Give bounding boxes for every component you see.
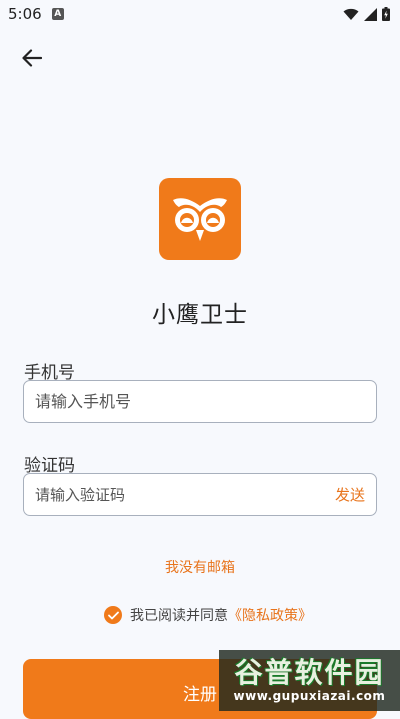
no-email-link[interactable]: 我没有邮箱 — [0, 557, 400, 577]
agreement-row: 我已阅读并同意 《隐私政策》 — [104, 605, 312, 625]
app-name: 小鹰卫士 — [152, 302, 248, 328]
check-icon — [107, 611, 119, 619]
code-input[interactable] — [35, 485, 335, 504]
send-code-button[interactable]: 发送 — [335, 484, 365, 505]
status-left: 5:06 A — [8, 5, 64, 23]
status-bar: 5:06 A — [0, 0, 400, 28]
notification-badge: A — [51, 8, 64, 20]
back-button[interactable] — [14, 42, 50, 74]
privacy-policy-link[interactable]: 《隐私政策》 — [228, 605, 312, 625]
arrow-left-icon — [22, 49, 42, 67]
app-logo — [159, 178, 241, 260]
watermark-title: 谷普软件园 — [234, 655, 385, 689]
watermark: 谷普软件园 www.gupuxiazai.com — [219, 650, 400, 711]
status-time: 5:06 — [8, 5, 42, 23]
phone-input[interactable] — [35, 392, 365, 411]
status-right — [343, 7, 390, 21]
battery-icon — [382, 7, 390, 21]
signal-icon — [364, 7, 377, 21]
wifi-icon — [343, 8, 359, 20]
owl-icon — [173, 198, 227, 241]
code-input-box[interactable]: 发送 — [23, 473, 377, 516]
phone-input-box[interactable] — [23, 380, 377, 423]
agreement-text: 我已阅读并同意 — [130, 608, 228, 624]
agreement-checkbox[interactable] — [104, 606, 122, 624]
watermark-url: www.gupuxiazai.com — [233, 688, 386, 703]
